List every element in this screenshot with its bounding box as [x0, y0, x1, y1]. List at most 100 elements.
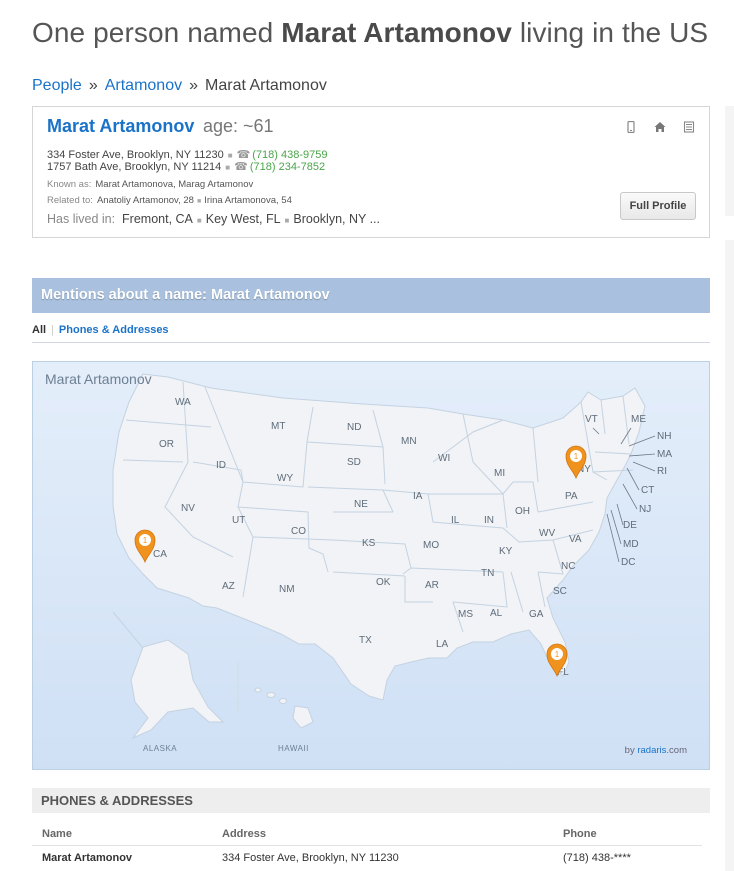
known-as-label: Known as: — [47, 179, 92, 190]
us-map[interactable]: WA OR CA NV ID MT WY UT AZ CO NM ND SD NE KS OK TX MN IA MO… — [32, 361, 710, 770]
lived-in-place: Fremont, CA — [122, 212, 193, 226]
state-label-id: ID — [216, 460, 226, 471]
state-label-mt: MT — [271, 421, 285, 432]
leader-line-nj — [622, 483, 638, 510]
separator-dot: ■ — [196, 216, 202, 225]
alaska-label: ALASKA — [143, 744, 177, 753]
state-label-co: CO — [291, 526, 306, 537]
related-label: Related to: — [47, 195, 93, 206]
address-text: 1757 Bath Ave, Brooklyn, NY 11214 — [47, 161, 222, 173]
person-name-link[interactable]: Marat Artamonov — [47, 116, 194, 137]
breadcrumb-separator: » — [88, 77, 98, 94]
state-label-nv: NV — [181, 503, 195, 514]
table-cell-name[interactable]: Marat Artamonov — [42, 852, 132, 864]
home-icon[interactable] — [654, 120, 666, 132]
state-label-ut: UT — [232, 515, 245, 526]
lived-in-label: Has lived in: — [47, 212, 116, 226]
hawaii-label: HAWAII — [278, 744, 309, 753]
related-person[interactable]: Anatoliy Artamonov, 28 — [97, 195, 194, 206]
tab-all[interactable]: All — [32, 324, 46, 336]
side-panel-edge — [725, 106, 734, 216]
hawaii-shape — [254, 687, 314, 729]
column-header-phone: Phone — [563, 828, 597, 840]
state-label-ky: KY — [499, 546, 513, 557]
pin-count: 1 — [143, 536, 148, 545]
state-label-ga: GA — [529, 609, 544, 620]
breadcrumb-people[interactable]: People — [32, 77, 82, 94]
breadcrumb-artamonov[interactable]: Artamonov — [105, 77, 182, 94]
state-label-mo: MO — [423, 540, 439, 551]
credit-suffix: .com — [666, 745, 687, 756]
column-header-address: Address — [222, 828, 267, 840]
state-label-tn: TN — [481, 568, 494, 579]
leader-line-ma — [628, 453, 656, 457]
leader-line-de — [616, 503, 624, 526]
table-cell-address: 334 Foster Ave, Brooklyn, NY 11230 — [222, 852, 399, 864]
state-label-ks: KS — [362, 538, 376, 549]
table-header-divider — [32, 845, 702, 846]
state-label-nh: NH — [657, 431, 671, 442]
state-label-mi: MI — [494, 468, 505, 479]
state-label-sd: SD — [347, 457, 361, 468]
state-label-nj: NJ — [639, 504, 651, 515]
pin-count: 1 — [574, 452, 579, 461]
state-label-tx: TX — [359, 635, 372, 646]
person-card: Marat Artamonov age: ~61 334 Foster Ave,… — [32, 106, 710, 238]
map-credit[interactable]: by radaris.com — [625, 745, 687, 756]
state-label-ct: CT — [641, 485, 654, 496]
document-icon[interactable] — [683, 120, 695, 133]
page-title: One person named Marat Artamonov living … — [32, 17, 708, 49]
title-name: Marat Artamonov — [281, 17, 512, 48]
state-label-ca: CA — [153, 549, 167, 560]
separator-dot: ■ — [227, 151, 233, 160]
state-label-oh: OH — [515, 506, 530, 517]
address-line-2: 1757 Bath Ave, Brooklyn, NY 11214 ■ ☎ (718)… — [47, 160, 325, 173]
breadcrumb: People » Artamonov » Marat Artamonov — [32, 77, 327, 95]
full-profile-button[interactable]: Full Profile — [620, 192, 696, 220]
tab-separator: | — [51, 324, 54, 336]
known-as-row: Known as: Marat Artamonova, Marag Artamon… — [47, 179, 253, 190]
state-label-in: IN — [484, 515, 494, 526]
state-label-de: DE — [623, 520, 637, 531]
lived-in-place: Key West, FL — [205, 212, 281, 226]
state-label-or: OR — [159, 439, 174, 450]
pin-count: 1 — [555, 650, 560, 659]
tab-phones-addresses[interactable]: Phones & Addresses — [59, 324, 169, 336]
map-title: Marat Artamonov — [45, 371, 152, 387]
breadcrumb-current: Marat Artamonov — [205, 77, 327, 94]
title-prefix: One person named — [32, 17, 282, 48]
column-header-name: Name — [42, 828, 72, 840]
phones-addresses-title: PHONES & ADDRESSES — [41, 793, 193, 808]
state-label-dc: DC — [621, 557, 635, 568]
leader-line-dc — [606, 513, 620, 563]
state-label-ma: MA — [657, 449, 672, 460]
state-label-vt: VT — [585, 414, 598, 425]
credit-brand: radaris — [637, 745, 667, 756]
card-icons — [625, 120, 695, 134]
mobile-icon[interactable] — [625, 120, 637, 134]
alaska-shape — [130, 639, 225, 740]
state-label-ok: OK — [376, 577, 391, 588]
lived-in-row: Has lived in: Fremont, CA ■ Key West, FL ■ B… — [47, 212, 380, 226]
phone-link[interactable]: (718) 234-7852 — [250, 161, 325, 173]
phone-icon: ☎ — [234, 161, 248, 173]
state-label-la: LA — [436, 639, 449, 650]
state-label-ia: IA — [413, 491, 423, 502]
state-label-az: AZ — [222, 581, 235, 592]
state-label-ar: AR — [425, 580, 439, 591]
phones-addresses-header: PHONES & ADDRESSES — [32, 788, 710, 813]
leader-line-ri — [632, 461, 656, 472]
state-label-nd: ND — [347, 422, 361, 433]
person-age: age: ~61 — [203, 116, 274, 136]
related-person[interactable]: Irina Artamonova, 54 — [204, 195, 292, 206]
state-label-ne: NE — [354, 499, 368, 510]
state-label-me: ME — [631, 414, 646, 425]
side-panel-edge — [725, 240, 734, 871]
lived-in-place: Brooklyn, NY ... — [293, 212, 380, 226]
known-as-value: Marat Artamonova, Marag Artamonov — [95, 179, 254, 190]
mentions-tabs: All | Phones & Addresses — [32, 324, 169, 336]
state-label-md: MD — [623, 539, 639, 550]
state-label-il: IL — [451, 515, 460, 526]
state-label-wv: WV — [539, 528, 555, 539]
leader-line-md — [610, 509, 622, 545]
